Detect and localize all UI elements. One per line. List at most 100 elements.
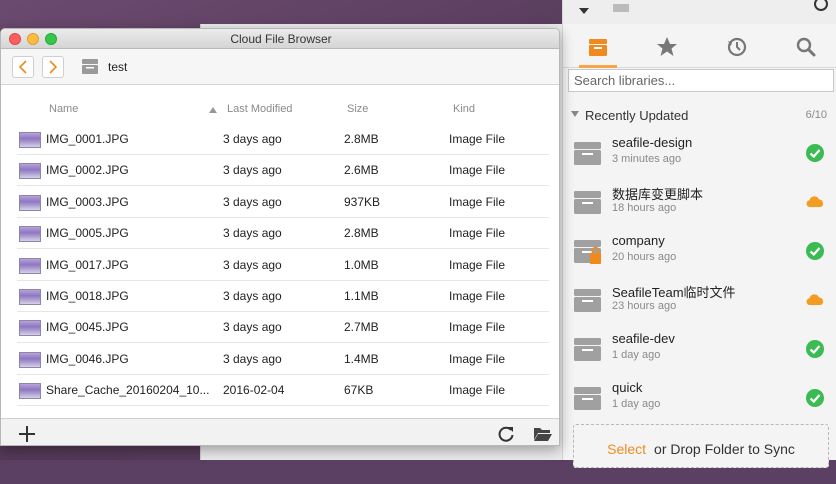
file-row[interactable]: IMG_0018.JPG 3 days ago 1.1MB Image File [17, 281, 549, 312]
column-header-kind[interactable]: Kind [453, 103, 475, 115]
file-row[interactable]: Share_Cache_20160204_10... 2016-02-04 67KB… [17, 375, 549, 407]
library-box-icon [574, 240, 601, 264]
library-box-icon [574, 387, 601, 410]
tab-activity[interactable] [722, 32, 752, 62]
file-size: 2.8MB [344, 132, 379, 146]
file-size: 1.0MB [344, 257, 379, 272]
library-time: 23 hours ago [612, 300, 677, 312]
file-size: 2.7MB [344, 320, 379, 335]
select-folder-link[interactable]: Select [607, 441, 646, 457]
file-row[interactable]: IMG_0005.JPG 3 days ago 2.8MB Image File [17, 218, 549, 250]
file-kind: Image File [449, 289, 506, 303]
collapse-triangle-icon [571, 111, 579, 117]
file-row[interactable]: IMG_0003.JPG 3 days ago 937KB Image File [17, 187, 549, 218]
refresh-icon[interactable] [497, 425, 515, 443]
drop-text: or Drop Folder to Sync [654, 441, 795, 457]
image-thumbnail-icon [19, 351, 41, 368]
library-item[interactable]: 数据库变更脚本 18 hours ago [563, 178, 836, 227]
file-modified: 2016-02-04 [223, 383, 285, 398]
file-size: 1.1MB [344, 289, 379, 303]
library-time: 1 day ago [612, 349, 661, 361]
tab-starred[interactable] [652, 32, 682, 62]
library-time: 20 hours ago [612, 251, 677, 263]
seafile-panel: Search libraries... Recently Updated 6/1… [562, 0, 836, 468]
file-size: 937KB [344, 194, 381, 209]
sort-ascending-icon [209, 107, 217, 113]
column-header-name[interactable]: Name [49, 103, 78, 115]
column-header-last-modified[interactable]: Last Modified [227, 103, 292, 115]
file-row[interactable]: IMG_0001.JPG 3 days ago 2.8MB Image File [17, 124, 549, 155]
file-size: 1.4MB [344, 351, 379, 366]
bottom-bar [1, 418, 559, 445]
library-item[interactable]: company 20 hours ago [563, 227, 836, 276]
file-size: 2.8MB [344, 226, 379, 241]
file-name: IMG_0046.JPG [46, 351, 129, 366]
library-time: 3 minutes ago [612, 153, 682, 165]
toolbar: test [1, 49, 559, 85]
open-folder-icon[interactable] [533, 426, 553, 442]
cloud-icon [806, 196, 824, 207]
file-kind: Image File [449, 226, 506, 241]
history-icon [727, 37, 747, 57]
image-thumbnail-icon [19, 289, 41, 305]
file-row[interactable]: IMG_0002.JPG 3 days ago 2.6MB Image File [17, 155, 549, 187]
synced-check-icon [806, 340, 824, 358]
library-name: company [612, 233, 665, 248]
cloud-file-browser-window: Cloud File Browser test Name Last Modifi… [0, 28, 560, 446]
breadcrumb[interactable]: test [108, 60, 127, 74]
file-row[interactable]: IMG_0045.JPG 3 days ago 2.7MB Image File [17, 312, 549, 344]
library-box-icon [589, 39, 607, 56]
library-time: 18 hours ago [612, 202, 677, 214]
library-name: seafile-design [612, 135, 693, 150]
file-size: 2.6MB [344, 163, 379, 178]
file-name: IMG_0018.JPG [46, 289, 129, 303]
add-icon[interactable] [18, 425, 36, 443]
seafile-top-strip [563, 0, 836, 24]
library-item[interactable]: SeafileTeam临时文件 23 hours ago [563, 276, 836, 325]
seafile-tabs [563, 24, 836, 68]
image-thumbnail-icon [19, 163, 41, 180]
file-name: IMG_0005.JPG [46, 226, 129, 241]
image-thumbnail-icon [19, 383, 41, 400]
file-kind: Image File [449, 320, 506, 335]
file-kind: Image File [449, 163, 506, 178]
forward-button[interactable] [42, 56, 64, 78]
file-modified: 3 days ago [223, 320, 282, 335]
library-item[interactable]: seafile-dev 1 day ago [563, 325, 836, 374]
file-modified: 3 days ago [223, 351, 282, 366]
window-title: Cloud File Browser [230, 32, 332, 46]
search-libraries-input[interactable]: Search libraries... [568, 69, 834, 92]
section-count: 6/10 [805, 109, 827, 121]
file-row[interactable]: IMG_0017.JPG 3 days ago 1.0MB Image File [17, 250, 549, 281]
library-name: quick [612, 380, 643, 395]
library-box-icon [574, 338, 601, 361]
column-header-size[interactable]: Size [347, 103, 368, 115]
file-name: Share_Cache_20160204_10... [46, 383, 210, 398]
tab-search[interactable] [791, 32, 821, 62]
file-row[interactable]: IMG_0046.JPG 3 days ago 1.4MB Image File [17, 344, 549, 375]
file-modified: 3 days ago [223, 194, 282, 209]
synced-check-icon [806, 389, 824, 407]
library-box-icon [574, 142, 601, 165]
file-kind: Image File [449, 383, 506, 398]
tab-libraries[interactable] [579, 32, 617, 68]
file-kind: Image File [449, 351, 506, 366]
back-button[interactable] [12, 56, 34, 78]
library-name: seafile-dev [612, 331, 675, 346]
library-box-icon [574, 289, 601, 312]
file-name: IMG_0003.JPG [46, 194, 129, 209]
image-thumbnail-icon [19, 257, 41, 274]
chevron-right-icon [49, 60, 58, 74]
library-name: 数据库变更脚本 [612, 187, 704, 202]
file-name: IMG_0002.JPG [46, 163, 129, 178]
image-thumbnail-icon [19, 194, 41, 211]
top-strip-icons [579, 0, 828, 14]
file-kind: Image File [449, 257, 506, 272]
library-item[interactable]: quick 1 day ago [563, 374, 836, 423]
search-icon [796, 37, 816, 57]
file-modified: 3 days ago [223, 289, 282, 303]
library-item[interactable]: seafile-design 3 minutes ago [563, 129, 836, 178]
library-icon [82, 59, 98, 74]
drop-folder-area[interactable]: Select or Drop Folder to Sync [573, 424, 829, 468]
recently-updated-header[interactable]: Recently Updated 6/10 [563, 102, 836, 128]
